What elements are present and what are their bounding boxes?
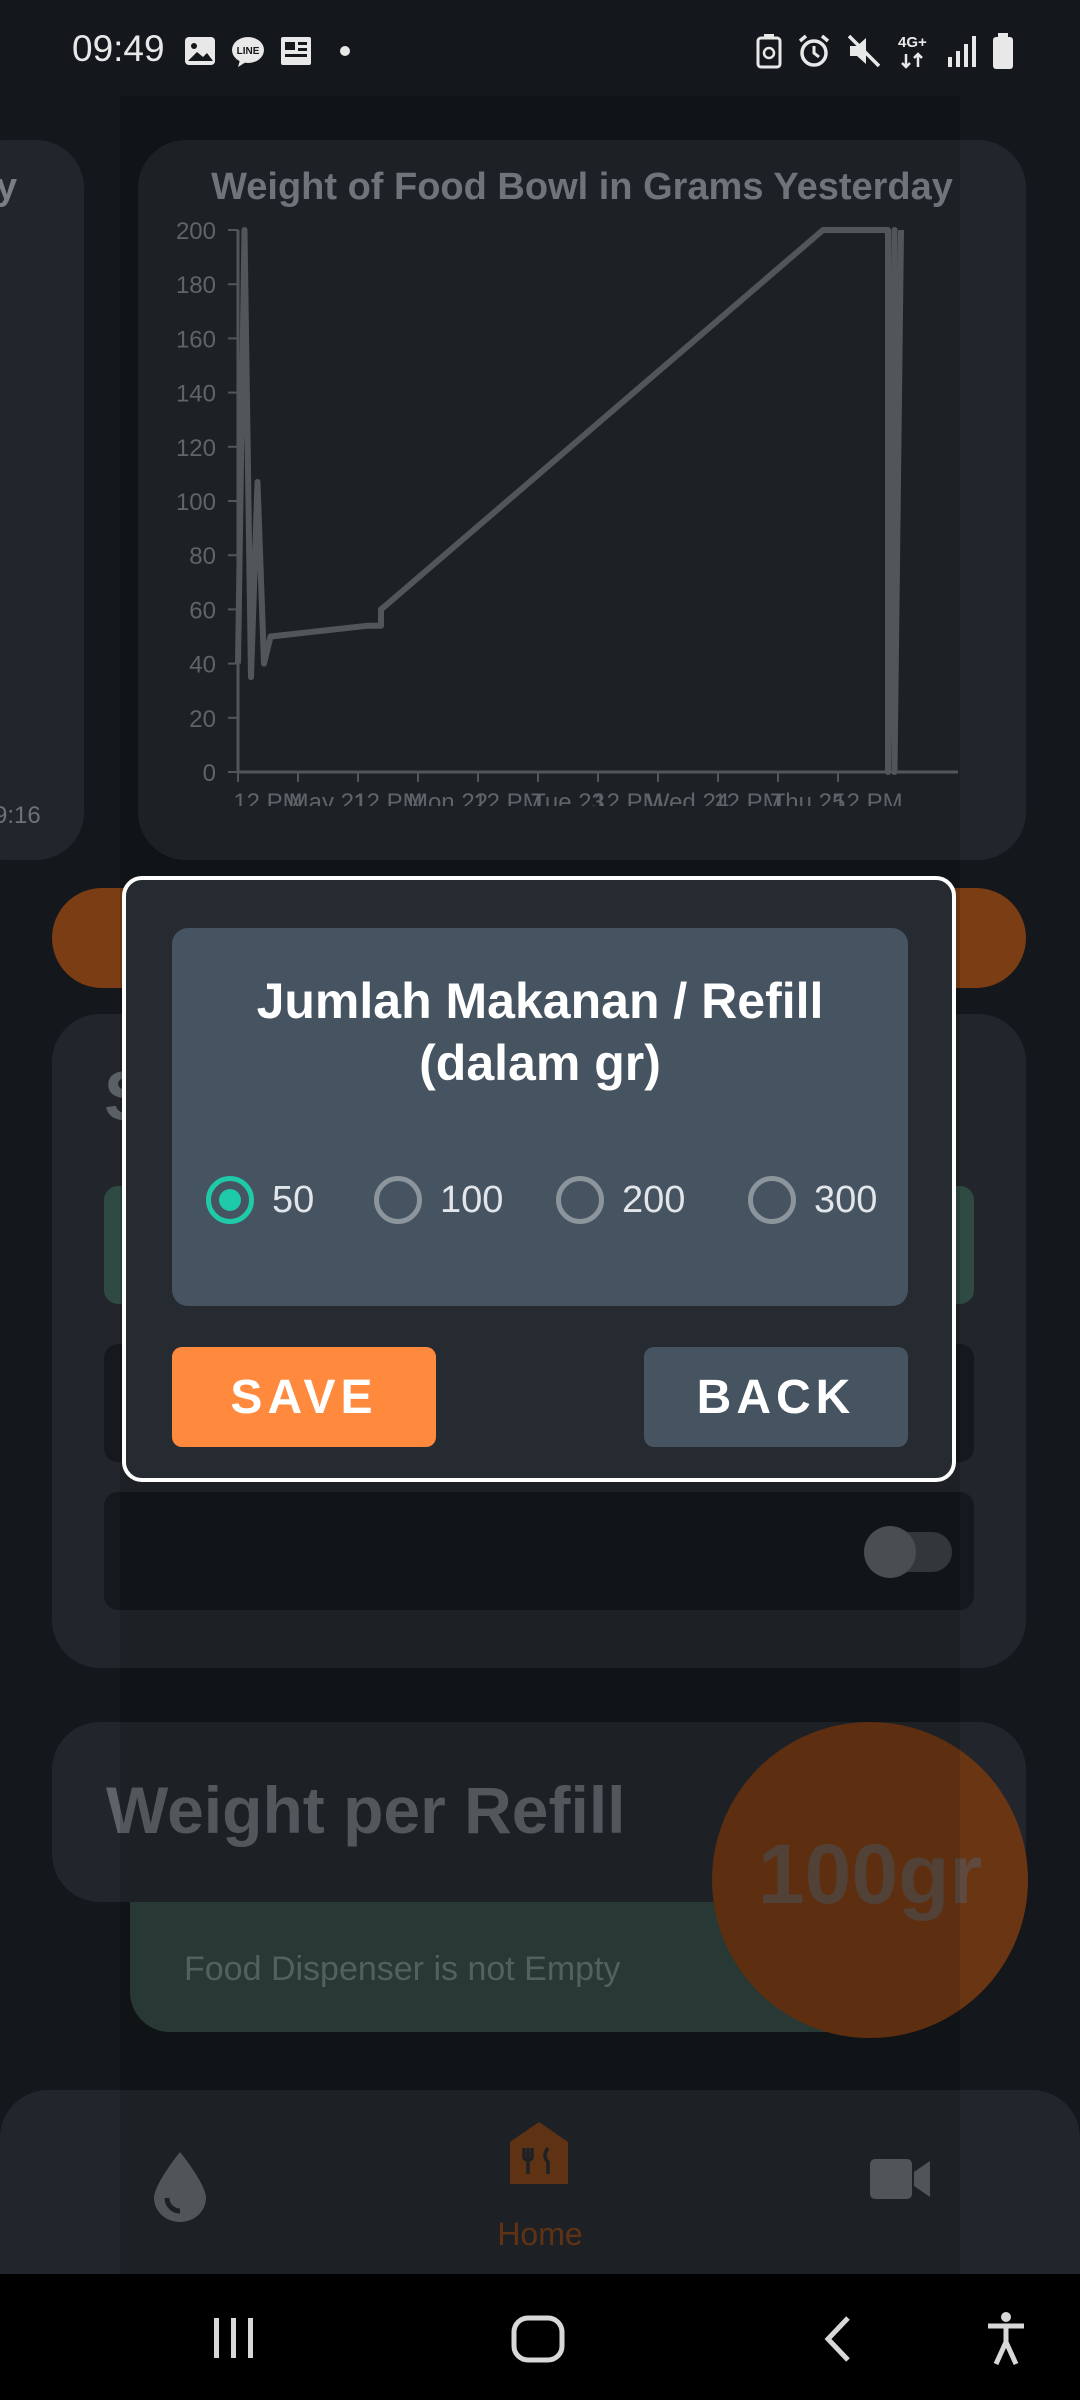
status-time: 09:49 bbox=[72, 28, 165, 69]
network-type-label: 4G+ bbox=[898, 34, 927, 51]
radio-button-icon[interactable] bbox=[556, 1176, 604, 1224]
radio-option-label: 50 bbox=[272, 1178, 315, 1221]
dialog-title-line2: (dalam gr) bbox=[419, 1035, 661, 1091]
gallery-icon bbox=[185, 37, 215, 65]
save-button[interactable]: SAVE bbox=[172, 1347, 436, 1447]
accessibility-icon[interactable] bbox=[984, 2310, 1028, 2366]
mute-icon bbox=[847, 34, 881, 68]
signal-bars-icon bbox=[948, 36, 976, 67]
recent-apps-icon[interactable] bbox=[210, 2316, 258, 2360]
previous-chart-card[interactable] bbox=[0, 140, 84, 860]
back-button[interactable]: BACK bbox=[644, 1347, 908, 1447]
status-left-icons: LINE bbox=[182, 34, 350, 68]
radio-button-icon[interactable] bbox=[748, 1176, 796, 1224]
radio-option-100[interactable]: 100 bbox=[374, 1170, 503, 1230]
home-icon[interactable] bbox=[510, 2314, 566, 2364]
4g-signal-icon: 4G+ bbox=[898, 34, 927, 69]
radio-button-icon[interactable] bbox=[206, 1176, 254, 1224]
previous-chart-time-fragment: 9:16 bbox=[0, 802, 41, 829]
svg-text:LINE: LINE bbox=[237, 46, 260, 57]
radio-option-200[interactable]: 200 bbox=[556, 1170, 685, 1230]
dialog-title: Jumlah Makanan / Refill (dalam gr) bbox=[172, 970, 908, 1094]
radio-option-50[interactable]: 50 bbox=[206, 1170, 314, 1230]
back-icon[interactable] bbox=[818, 2314, 858, 2364]
alarm-icon bbox=[798, 34, 830, 67]
status-right-icons: 4G+ bbox=[756, 32, 1014, 70]
status-bar: 09:49 LINE 4G+ bbox=[0, 0, 1080, 96]
dialog-title-line1: Jumlah Makanan / Refill bbox=[256, 973, 824, 1029]
battery-saver-icon bbox=[756, 34, 782, 69]
previous-chart-title-fragment: y bbox=[0, 166, 18, 208]
radio-button-icon[interactable] bbox=[374, 1176, 422, 1224]
radio-option-label: 100 bbox=[440, 1178, 504, 1221]
system-navigation-bar bbox=[0, 2274, 1080, 2400]
radio-option-300[interactable]: 300 bbox=[748, 1170, 877, 1230]
radio-option-label: 300 bbox=[814, 1178, 878, 1221]
radio-option-label: 200 bbox=[622, 1178, 686, 1221]
news-icon bbox=[281, 37, 311, 65]
battery-icon bbox=[993, 33, 1013, 69]
line-app-icon: LINE bbox=[232, 37, 264, 67]
notification-dot bbox=[340, 46, 350, 56]
